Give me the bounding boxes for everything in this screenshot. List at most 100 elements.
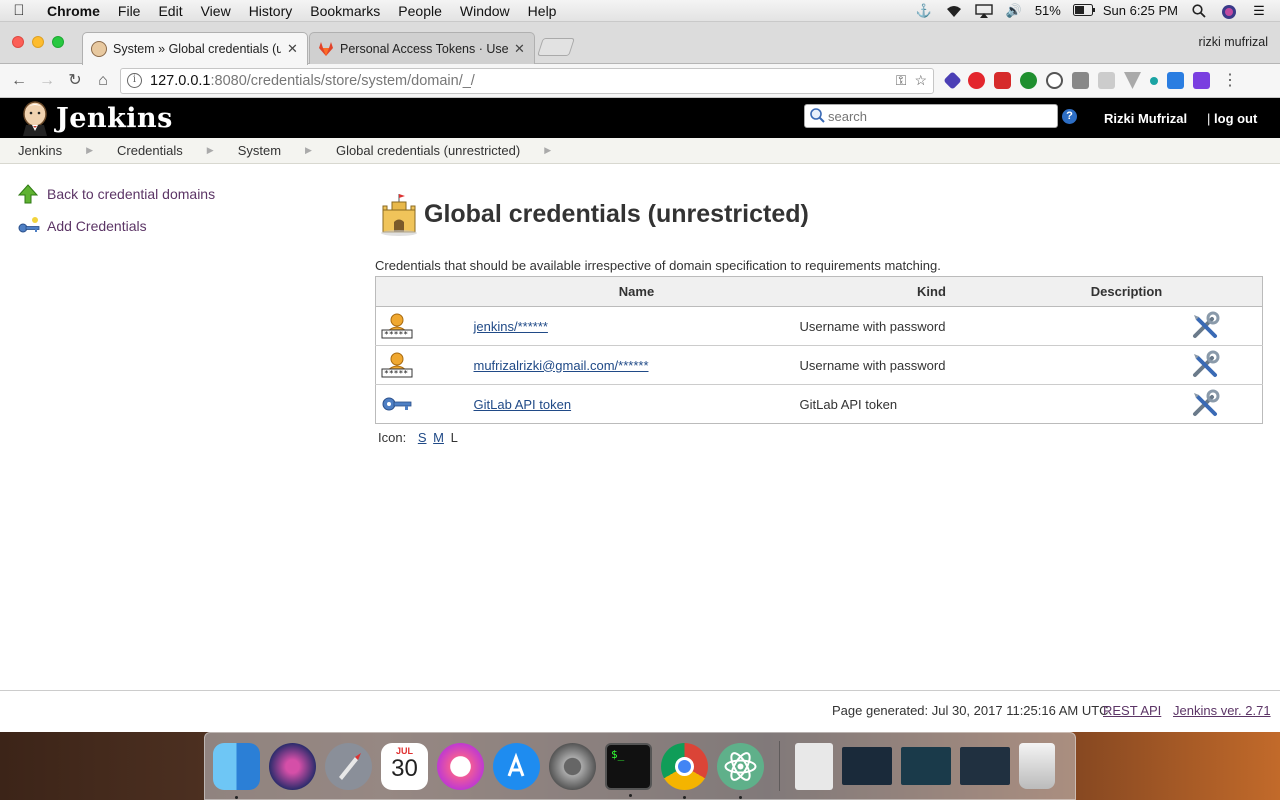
finder-icon[interactable]	[213, 742, 260, 799]
search-input[interactable]	[828, 108, 1048, 124]
reload-icon[interactable]: ↻	[64, 70, 86, 92]
extension-opera-icon[interactable]	[968, 72, 985, 89]
minimized-window-terminal-2[interactable]	[901, 747, 951, 785]
window-maximize-button[interactable]	[52, 36, 64, 48]
tab-personal-access-tokens[interactable]: Personal Access Tokens · User ✕	[309, 32, 535, 64]
rest-api-link[interactable]: REST API	[1103, 703, 1161, 718]
extension-check-icon[interactable]	[1020, 72, 1037, 89]
header-kind[interactable]: Kind	[799, 276, 1064, 307]
configure-tools-icon[interactable]	[1190, 311, 1220, 341]
bookmark-star-icon[interactable]: ☆	[914, 72, 927, 89]
home-icon[interactable]: ⌂	[92, 70, 114, 92]
breadcrumb-arrow-icon[interactable]: ▶	[305, 145, 312, 156]
battery-percent: 51%	[1034, 3, 1061, 18]
breadcrumb-arrow-icon[interactable]: ▶	[207, 145, 214, 156]
extension-gear-icon[interactable]	[1098, 72, 1115, 89]
menubar-status-area: ⚓ 🔊 51% Sun 6:25 PM ☰	[915, 3, 1280, 19]
jenkins-logo[interactable]: Jenkins	[18, 100, 173, 136]
logout-link[interactable]: | log out	[1207, 111, 1257, 126]
tab-title: Personal Access Tokens · User	[340, 41, 508, 56]
system-preferences-icon[interactable]	[549, 742, 596, 790]
credential-link[interactable]: mufrizalrizki@gmail.com/******	[474, 358, 649, 373]
spotlight-search-icon[interactable]	[1190, 3, 1208, 18]
notification-center-icon[interactable]: ☰	[1250, 3, 1268, 18]
launchpad-icon[interactable]	[325, 742, 372, 790]
key-icon	[18, 216, 40, 236]
header-name[interactable]: Name	[473, 276, 800, 307]
task-label[interactable]: Back to credential domains	[47, 186, 215, 202]
breadcrumb-arrow-icon[interactable]: ▶	[86, 145, 93, 156]
menubar-clock[interactable]: Sun 6:25 PM	[1103, 3, 1178, 18]
extension-sync-icon[interactable]	[1046, 72, 1063, 89]
angular-icon[interactable]	[1072, 72, 1089, 89]
configure-tools-icon[interactable]	[1190, 350, 1220, 380]
airplay-icon[interactable]	[975, 3, 993, 18]
extension-layers-icon[interactable]	[943, 71, 962, 90]
vue-devtools-icon[interactable]	[1124, 72, 1141, 89]
url-text[interactable]: 127.0.0.1:8080/credentials/store/system/…	[150, 73, 888, 89]
docker-icon[interactable]: ⚓	[915, 3, 933, 18]
task-back-to-credential-domains[interactable]: Back to credential domains	[17, 178, 215, 210]
address-bar[interactable]: i 127.0.0.1:8080/credentials/store/syste…	[120, 67, 934, 94]
help-icon[interactable]: ?	[1062, 109, 1077, 124]
documents-stack-icon[interactable]	[795, 742, 833, 790]
tab-close-icon[interactable]: ✕	[287, 41, 299, 57]
menu-history[interactable]: History	[240, 0, 302, 22]
wifi-icon[interactable]	[945, 4, 963, 18]
menu-window[interactable]: Window	[451, 0, 519, 22]
breadcrumb-global-credentials[interactable]: Global credentials (unrestricted)	[336, 143, 520, 158]
app-store-icon[interactable]	[493, 742, 540, 790]
trash-icon[interactable]	[1019, 743, 1055, 789]
itunes-icon[interactable]	[437, 742, 484, 790]
window-close-button[interactable]	[12, 36, 24, 48]
table-header-row: Name Kind Description	[375, 276, 1263, 307]
task-add-credentials[interactable]: Add Credentials	[18, 210, 215, 242]
siri-icon[interactable]	[1220, 4, 1238, 19]
tab-close-icon[interactable]: ✕	[514, 41, 526, 57]
chrome-menu-icon[interactable]: ⋮	[1219, 70, 1241, 92]
breadcrumb-system[interactable]: System	[238, 143, 281, 158]
minimized-window-terminal-3[interactable]	[960, 747, 1010, 785]
side-panel: Back to credential domains Add Credentia…	[17, 178, 215, 242]
extension-purple-icon[interactable]	[1193, 72, 1210, 89]
battery-icon[interactable]	[1072, 3, 1095, 18]
credential-link[interactable]: jenkins/******	[474, 319, 548, 334]
adblock-plus-icon[interactable]	[994, 72, 1011, 89]
minimized-window-terminal-1[interactable]	[842, 747, 892, 785]
chrome-icon[interactable]	[661, 742, 708, 799]
user-link[interactable]: Rizki Mufrizal	[1104, 111, 1187, 126]
atom-icon[interactable]	[717, 742, 764, 799]
volume-icon[interactable]: 🔊	[1005, 3, 1023, 18]
extension-dot-icon[interactable]	[1150, 76, 1158, 85]
menu-app-chrome[interactable]: Chrome	[38, 0, 109, 22]
chrome-profile-name[interactable]: rizki mufrizal	[1199, 35, 1268, 49]
calendar-icon[interactable]: JUL 30	[381, 742, 428, 790]
breadcrumb-credentials[interactable]: Credentials	[117, 143, 183, 158]
key-icon[interactable]: ⚿	[896, 72, 907, 89]
breadcrumb-jenkins[interactable]: Jenkins	[18, 143, 62, 158]
tab-global-credentials[interactable]: System » Global credentials (u ✕	[82, 32, 308, 65]
apple-menu-icon[interactable]: 	[0, 2, 38, 19]
menu-people[interactable]: People	[389, 0, 451, 22]
menu-view[interactable]: View	[192, 0, 240, 22]
icon-size-small[interactable]: S	[418, 430, 427, 445]
menu-file[interactable]: File	[109, 0, 150, 22]
terminal-icon[interactable]: $_	[605, 742, 652, 797]
menu-edit[interactable]: Edit	[149, 0, 191, 22]
back-icon[interactable]: ←	[8, 70, 30, 92]
window-minimize-button[interactable]	[32, 36, 44, 48]
site-info-icon[interactable]: i	[127, 73, 142, 88]
new-tab-button[interactable]	[537, 38, 575, 56]
siri-app-icon[interactable]	[269, 742, 316, 790]
task-label[interactable]: Add Credentials	[47, 218, 147, 234]
credential-link[interactable]: GitLab API token	[474, 397, 572, 412]
configure-tools-icon[interactable]	[1190, 389, 1220, 419]
header-description[interactable]: Description	[1063, 276, 1190, 307]
icon-size-medium[interactable]: M	[433, 430, 444, 445]
menu-bookmarks[interactable]: Bookmarks	[301, 0, 389, 22]
extension-blue-icon[interactable]	[1167, 72, 1184, 89]
forward-icon[interactable]: →	[36, 70, 58, 92]
menu-help[interactable]: Help	[519, 0, 566, 22]
jenkins-version-link[interactable]: Jenkins ver. 2.71	[1173, 703, 1271, 718]
breadcrumb-arrow-icon[interactable]: ▶	[544, 145, 551, 156]
